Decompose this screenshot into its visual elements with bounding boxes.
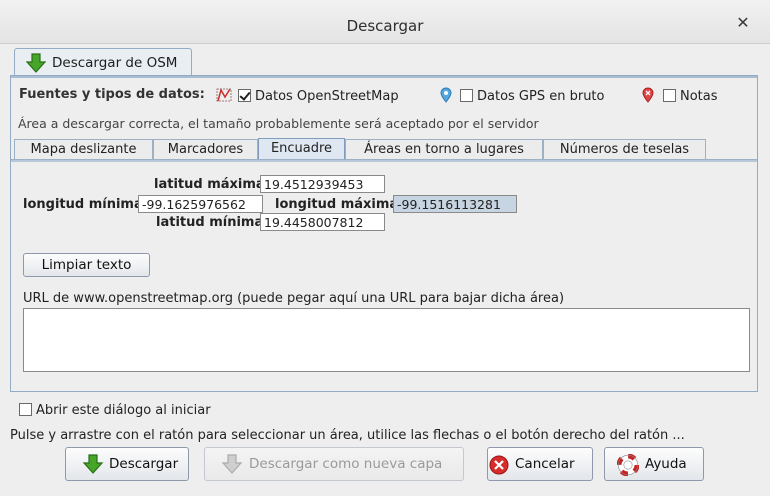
url-input[interactable] [23, 308, 750, 372]
download-arrow-icon [221, 453, 243, 479]
url-label: URL de www.openstreetmap.org (puede pega… [23, 291, 565, 306]
tab-tile-numbers[interactable]: Números de teselas [543, 139, 706, 160]
tab-label: Descargar de OSM [52, 55, 178, 71]
usage-hint: Pulse y arrastre con el ratón para selec… [10, 428, 685, 443]
source-notes[interactable]: Notas [641, 87, 718, 105]
lat-min-field[interactable] [260, 213, 385, 231]
tab-bounding-box[interactable]: Encuadre [258, 138, 345, 161]
tab-download-from-osm[interactable]: Descargar de OSM [14, 48, 192, 76]
title-bar: Descargar ✕ [0, 0, 770, 44]
tab-bookmarks[interactable]: Marcadores [153, 139, 258, 160]
gps-raw-checkbox[interactable] [460, 89, 473, 102]
clear-text-button[interactable]: Limpiar texto [23, 253, 150, 277]
sources-label: Fuentes y tipos de datos: [19, 87, 205, 102]
tab-slippy-map[interactable]: Mapa deslizante [14, 139, 153, 160]
source-osm-data[interactable]: Datos OpenStreetMap [216, 87, 399, 105]
lat-min-label: latitud mínima [156, 215, 264, 230]
gps-marker-icon [439, 87, 453, 103]
tab-areas-around-places[interactable]: Áreas en torno a lugares [345, 139, 543, 160]
lat-max-field[interactable] [260, 175, 385, 193]
close-icon[interactable]: ✕ [736, 15, 750, 31]
bbox-panel: latitud máxima longitud mínima longitud … [11, 159, 757, 390]
osm-data-label: Datos OpenStreetMap [255, 89, 399, 104]
notes-marker-icon [641, 87, 655, 103]
help-button[interactable]: Ayuda [604, 447, 704, 481]
download-arrow-icon [82, 453, 104, 479]
area-status-text: Área a descargar correcta, el tamaño pro… [18, 116, 539, 131]
gps-raw-label: Datos GPS en bruto [477, 89, 605, 104]
lon-min-label: longitud mínima [23, 197, 143, 212]
download-dialog: Descargar ✕ Descargar de OSM Fuentes y t… [0, 0, 770, 496]
download-new-layer-label: Descargar como nueva capa [249, 456, 443, 472]
open-on-start-checkbox[interactable] [19, 403, 32, 416]
download-button[interactable]: Descargar [65, 447, 189, 481]
lat-max-label: latitud máxima [154, 177, 265, 192]
open-on-start-option[interactable]: Abrir este diálogo al iniciar [19, 403, 211, 418]
lon-max-label: longitud máxima [275, 197, 399, 212]
cancel-icon [489, 455, 509, 479]
help-label: Ayuda [645, 456, 687, 472]
download-new-layer-button[interactable]: Descargar como nueva capa [204, 447, 464, 481]
notes-label: Notas [680, 89, 718, 104]
cancel-label: Cancelar [515, 456, 575, 472]
osm-data-icon [216, 87, 232, 103]
download-panel: Fuentes y tipos de datos: Datos OpenStre… [10, 75, 758, 392]
cancel-button[interactable]: Cancelar [487, 447, 593, 481]
notes-checkbox[interactable] [663, 89, 676, 102]
lon-min-field[interactable] [138, 195, 263, 213]
window-title: Descargar [346, 17, 424, 35]
lifebuoy-help-icon [616, 453, 640, 480]
download-label: Descargar [109, 456, 179, 472]
lon-max-field[interactable] [393, 195, 517, 213]
osm-data-checkbox[interactable] [238, 89, 251, 102]
source-gps-raw[interactable]: Datos GPS en bruto [439, 87, 605, 105]
open-on-start-label: Abrir este diálogo al iniciar [36, 403, 211, 418]
